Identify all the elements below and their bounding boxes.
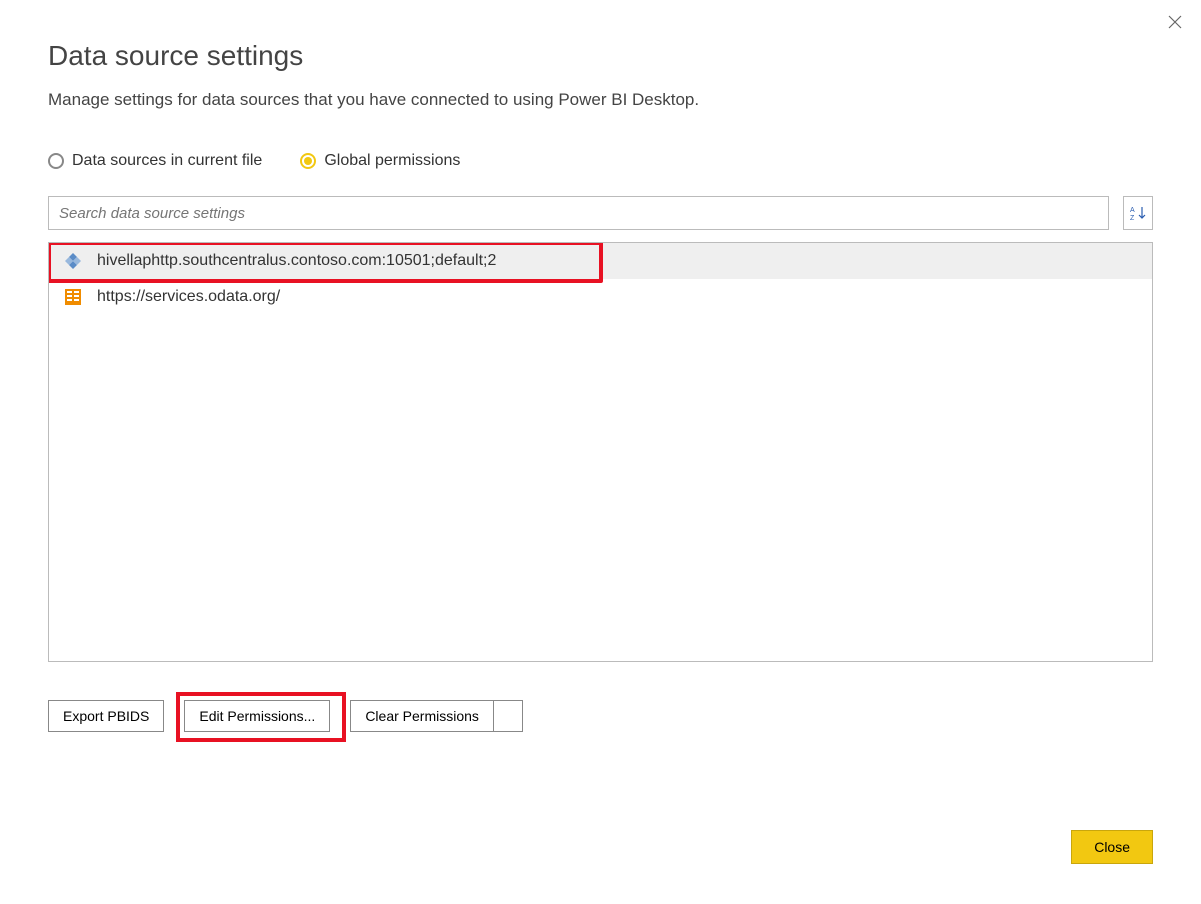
- scope-radio-group: Data sources in current file Global perm…: [48, 152, 1153, 170]
- clear-permissions-button[interactable]: Clear Permissions: [350, 700, 493, 732]
- svg-text:Z: Z: [1130, 215, 1135, 221]
- dialog-title: Data source settings: [48, 40, 1153, 72]
- svg-text:A: A: [1130, 207, 1135, 214]
- sort-button[interactable]: A Z: [1123, 196, 1153, 230]
- radio-label: Global permissions: [324, 152, 460, 170]
- close-icon[interactable]: [1167, 14, 1183, 35]
- clear-permissions-dropdown[interactable]: [493, 700, 523, 732]
- odata-source-icon: [63, 287, 83, 307]
- radio-icon: [300, 153, 316, 169]
- edit-permissions-button[interactable]: Edit Permissions...: [184, 700, 330, 732]
- close-button[interactable]: Close: [1071, 830, 1153, 864]
- export-pbids-button[interactable]: Export PBIDS: [48, 700, 164, 732]
- data-source-list[interactable]: hivellaphttp.southcentralus.contoso.com:…: [48, 242, 1153, 662]
- sort-az-icon: A Z: [1130, 205, 1146, 221]
- radio-label: Data sources in current file: [72, 152, 262, 170]
- data-source-settings-dialog: Data source settings Manage settings for…: [0, 0, 1201, 904]
- list-item-label: hivellaphttp.southcentralus.contoso.com:…: [97, 252, 496, 270]
- dialog-subtitle: Manage settings for data sources that yo…: [48, 90, 1153, 110]
- list-item[interactable]: hivellaphttp.southcentralus.contoso.com:…: [49, 243, 1152, 279]
- radio-current-file[interactable]: Data sources in current file: [48, 152, 262, 170]
- hive-source-icon: [63, 251, 83, 271]
- list-item[interactable]: https://services.odata.org/: [49, 279, 1152, 315]
- radio-global-permissions[interactable]: Global permissions: [300, 152, 460, 170]
- search-input[interactable]: [48, 196, 1109, 230]
- radio-icon: [48, 153, 64, 169]
- list-item-label: https://services.odata.org/: [97, 288, 280, 306]
- action-button-row: Export PBIDS Edit Permissions... Clear P…: [48, 700, 1153, 732]
